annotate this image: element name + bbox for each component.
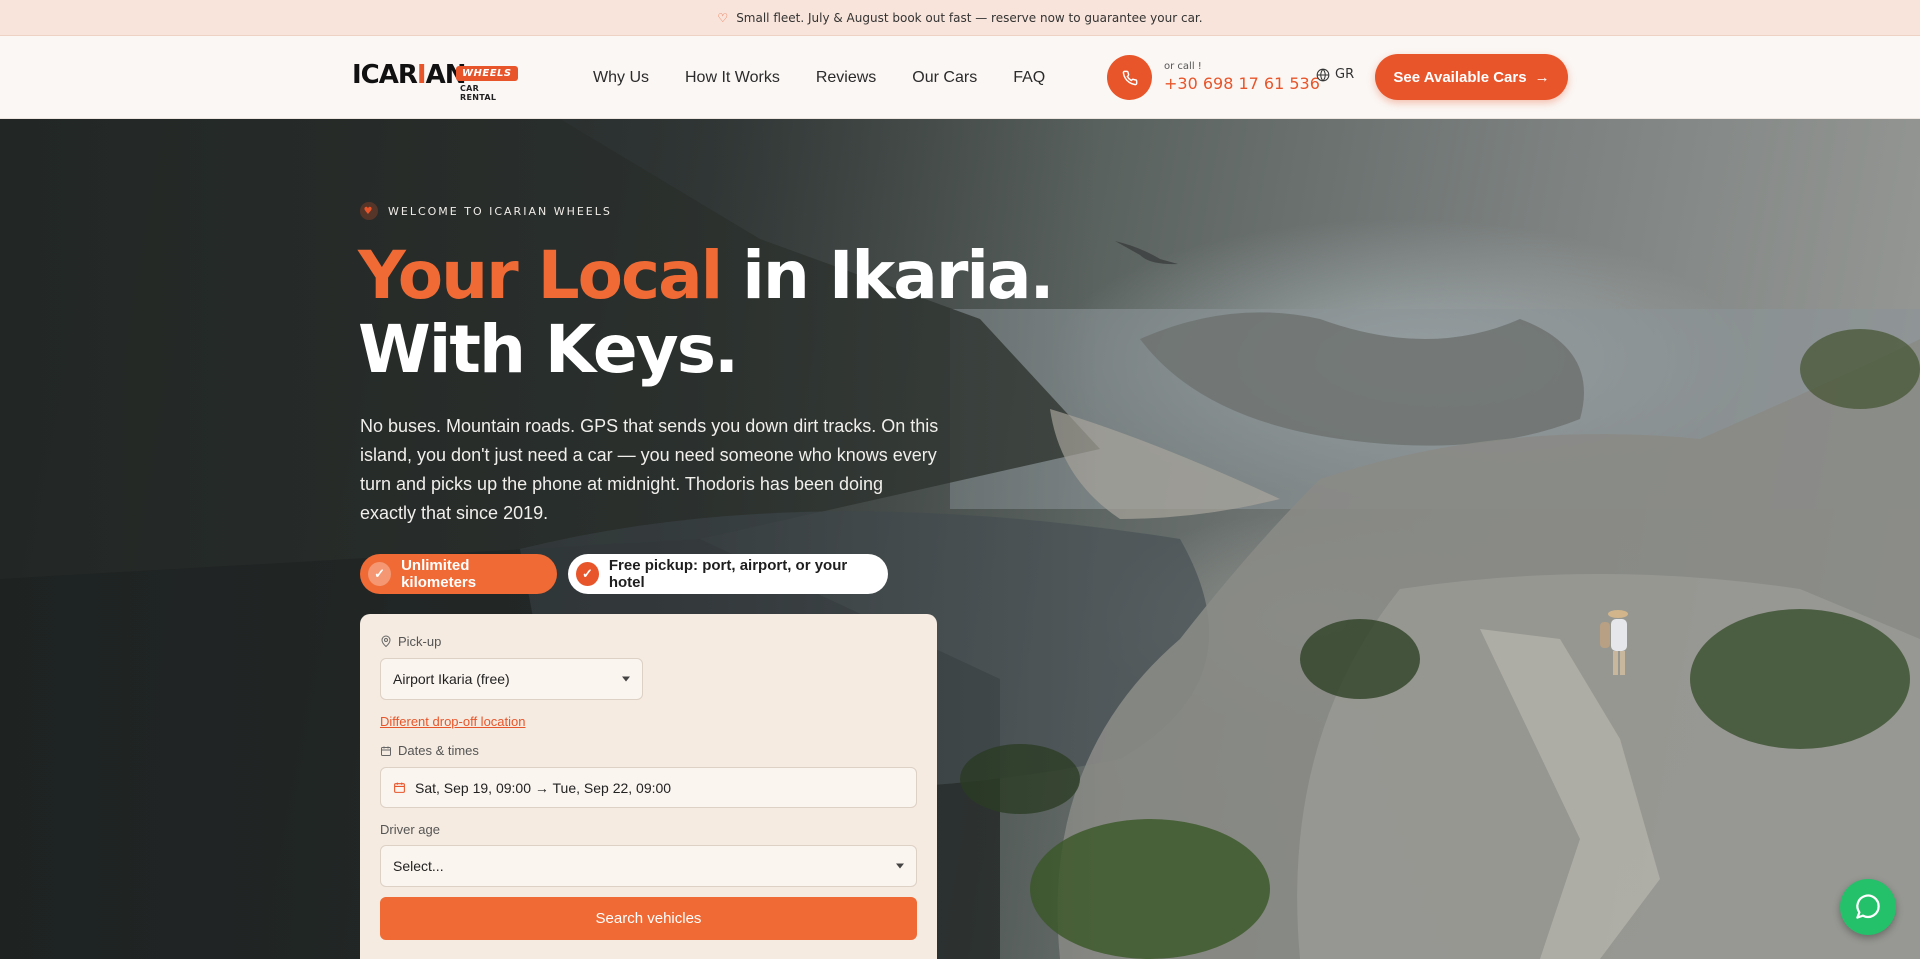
globe-icon [1316, 68, 1330, 81]
logo-wordmark: ICARIAN [352, 60, 466, 90]
calendar-icon [394, 782, 405, 793]
arrow-right-icon: → [1534, 68, 1550, 86]
chip-label: Unlimited kilometers [401, 557, 477, 591]
site-header: ICARIAN WHEELS CAR RENTAL Why Us How It … [0, 36, 1920, 119]
eyebrow-text: WELCOME TO ICARIAN WHEELS [388, 204, 612, 218]
calendar-icon [381, 746, 391, 756]
see-available-cars-button[interactable]: See Available Cars → [1375, 54, 1568, 100]
hero-eyebrow: ♥ WELCOME TO ICARIAN WHEELS [360, 202, 612, 220]
chevron-down-icon [622, 676, 630, 682]
chip-unlimited-km: ✓ Unlimited kilometers [360, 554, 557, 594]
logo-subtitle: CAR RENTAL [460, 84, 497, 102]
dates-value: Sat, Sep 19, 09:00 → Tue, Sep 22, 09:00 [415, 779, 672, 796]
language-switch[interactable]: GR [1316, 67, 1354, 82]
headline-line2: With Keys. [358, 311, 739, 388]
whatsapp-chat-button[interactable] [1840, 879, 1896, 935]
logo[interactable]: ICARIAN WHEELS CAR RENTAL [352, 60, 518, 102]
announcement-text: Small fleet. July & August book out fast… [736, 10, 1203, 25]
nav-reviews[interactable]: Reviews [816, 69, 876, 87]
chevron-down-icon [896, 863, 904, 869]
pickup-label: Pick-up [380, 634, 441, 649]
main-nav: Why Us How It Works Reviews Our Cars FAQ [593, 36, 1081, 119]
phone-button[interactable] [1107, 55, 1152, 100]
headline-rest: in Ikaria. [721, 237, 1054, 314]
phone-icon [1122, 70, 1137, 85]
or-call-label: or call ! [1164, 61, 1202, 72]
nav-our-cars[interactable]: Our Cars [912, 69, 977, 87]
phone-number-link[interactable]: +30 698 17 61 536 [1164, 74, 1320, 93]
announcement-bar: ♡ Small fleet. July & August book out fa… [0, 0, 1920, 36]
dates-input[interactable]: Sat, Sep 19, 09:00 → Tue, Sep 22, 09:00 [380, 767, 917, 808]
nav-how-it-works[interactable]: How It Works [685, 69, 780, 87]
headline-accent: Your Local [358, 237, 723, 314]
search-vehicles-button[interactable]: Search vehicles [380, 897, 917, 940]
dates-label: Dates & times [380, 743, 479, 758]
driver-age-select[interactable]: Select... [380, 845, 917, 887]
chip-free-pickup: ✓ Free pickup: port, airport, or your ho… [568, 554, 888, 594]
chat-bubble-icon [1856, 894, 1880, 919]
different-dropoff-link[interactable]: Different drop-off location [380, 714, 526, 729]
heart-icon: ♡ [717, 10, 729, 25]
location-pin-icon [381, 635, 391, 648]
cta-label: See Available Cars [1393, 68, 1527, 86]
check-icon: ✓ [576, 562, 599, 586]
hero-section: ♥ WELCOME TO ICARIAN WHEELS Your Local i… [0, 119, 1920, 959]
nav-why-us[interactable]: Why Us [593, 69, 649, 87]
chip-label: Free pickup: port, airport, or your hote… [608, 557, 848, 591]
hero-headline: Your Local in Ikaria. With Keys. [358, 237, 1055, 388]
driver-age-label: Driver age [380, 822, 440, 837]
nav-faq[interactable]: FAQ [1013, 69, 1045, 87]
heart-badge-icon: ♥ [360, 202, 378, 220]
booking-card: Pick-up Airport Ikaria (free) Different … [360, 614, 937, 959]
hero-lead: No buses. Mountain roads. GPS that sends… [360, 416, 939, 523]
driver-age-value: Select... [393, 858, 444, 874]
check-icon: ✓ [368, 562, 392, 586]
language-label: GR [1335, 67, 1355, 82]
pickup-select[interactable]: Airport Ikaria (free) [380, 658, 643, 700]
pickup-value: Airport Ikaria (free) [393, 671, 510, 687]
logo-pill: WHEELS [456, 66, 518, 81]
